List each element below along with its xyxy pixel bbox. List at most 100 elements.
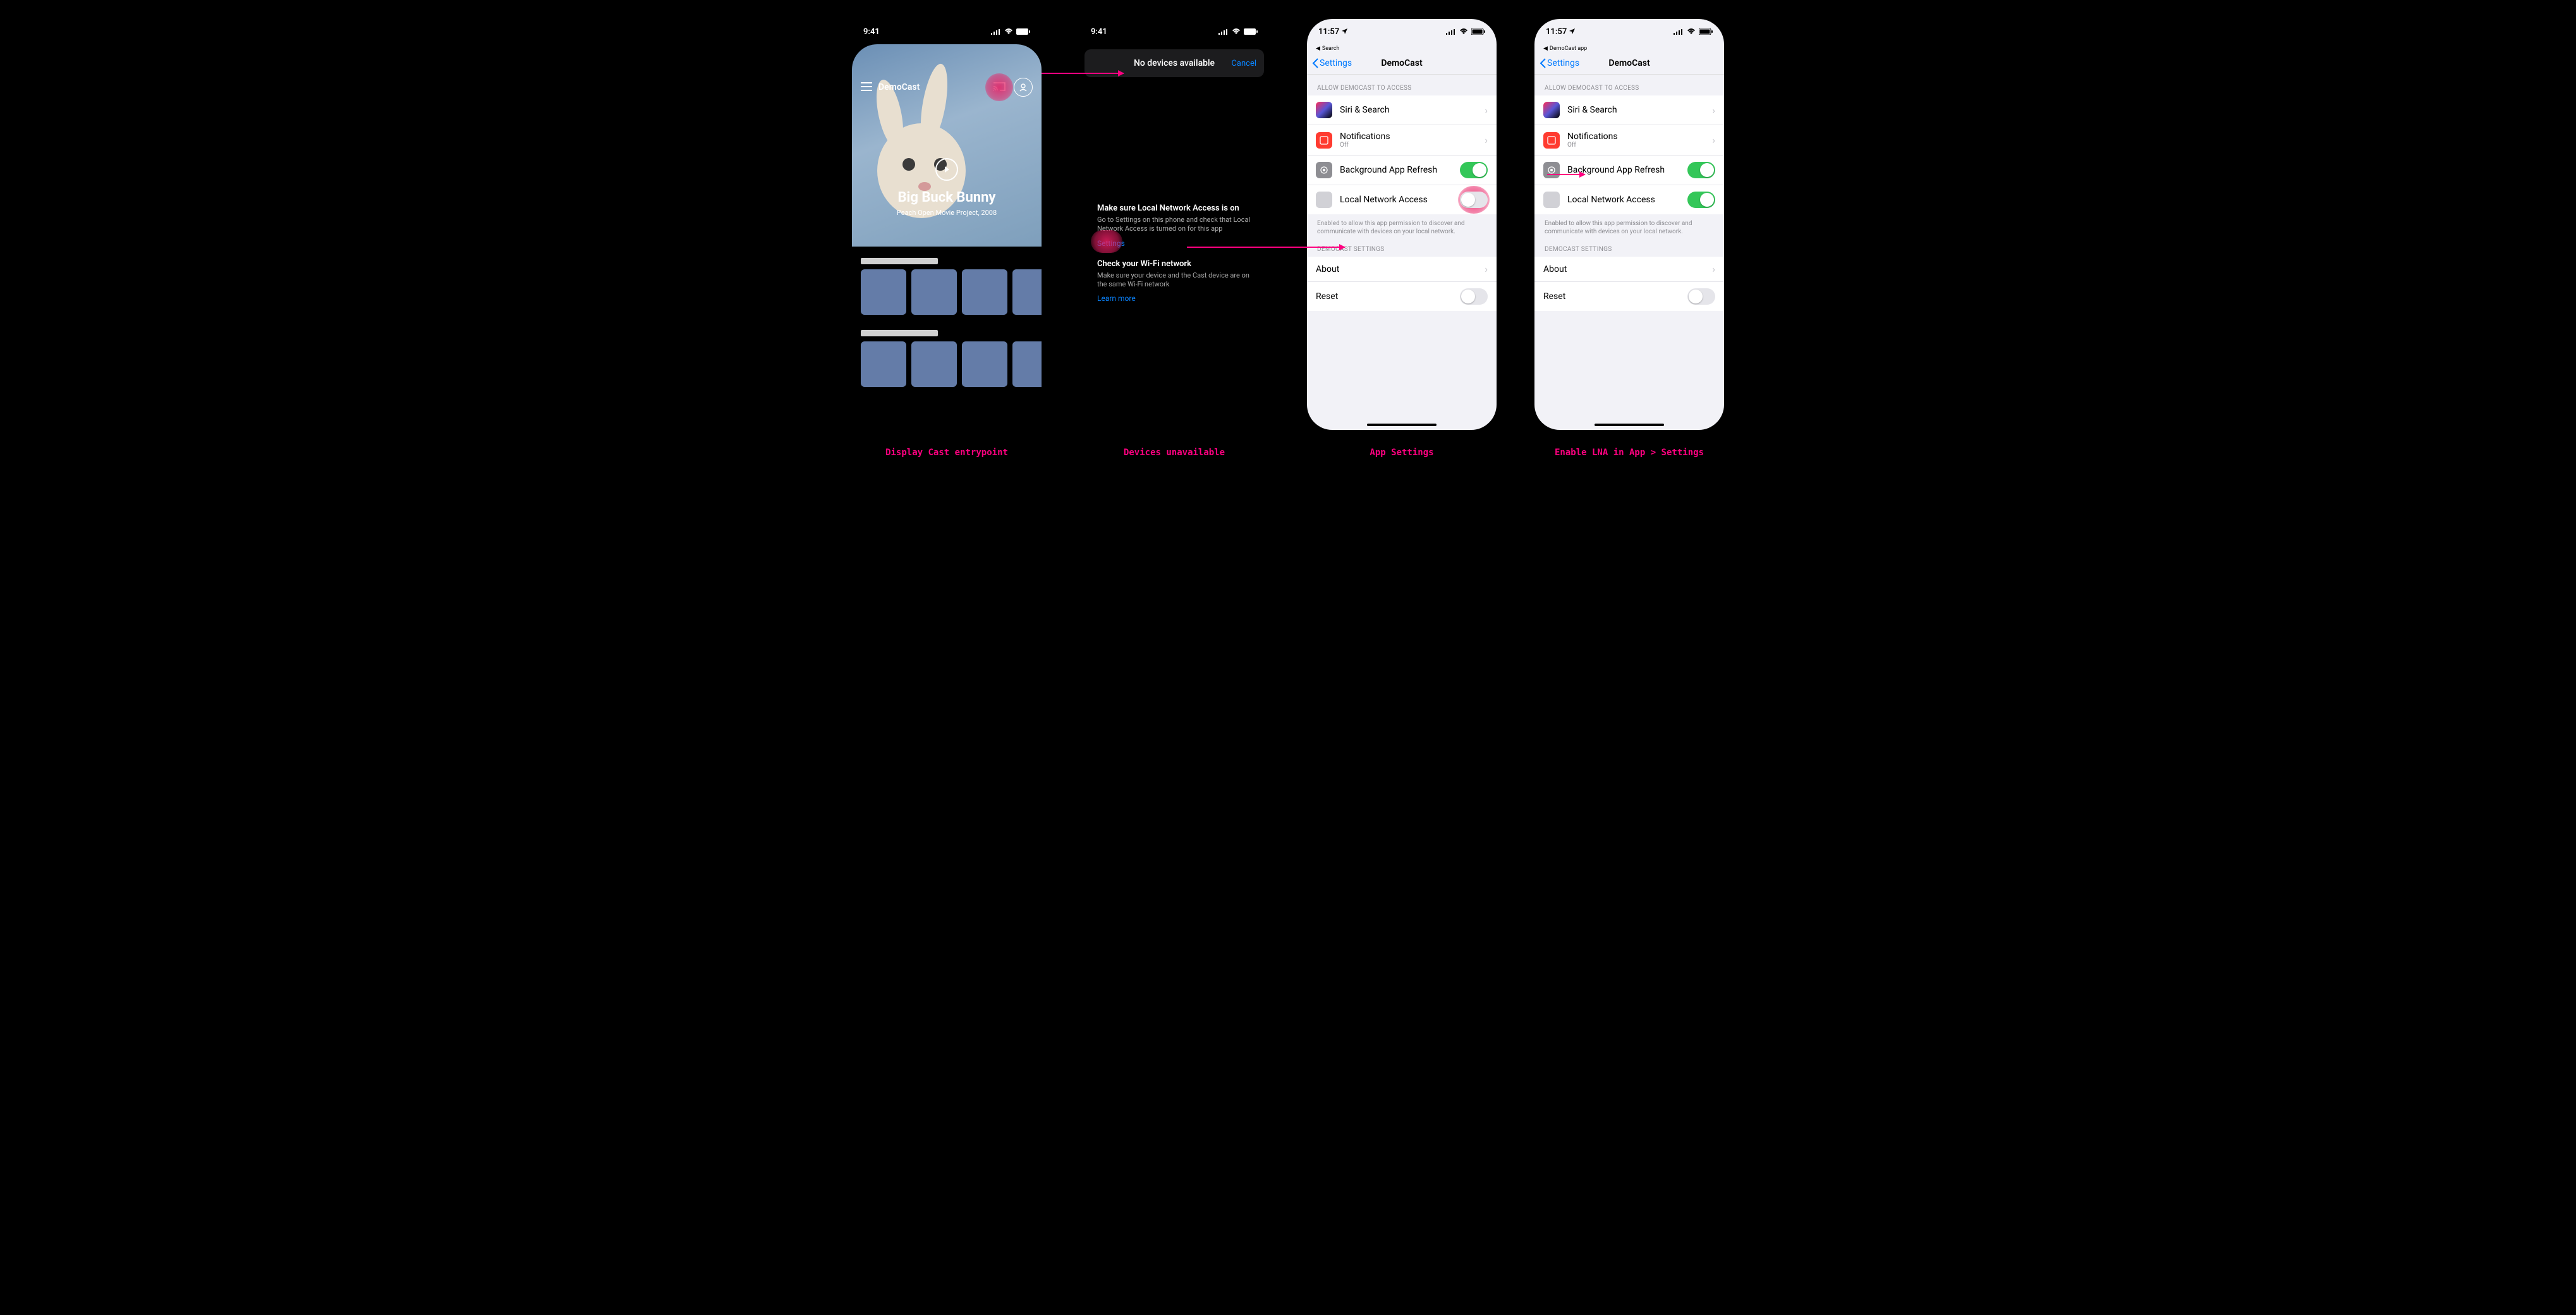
reset-toggle[interactable] [1687,288,1715,305]
cell-local-network-access[interactable]: Local Network Access [1534,185,1724,214]
nav-bar: Settings DemoCast [1534,52,1724,75]
cast-button[interactable] [990,78,1009,97]
home-indicator [1367,424,1437,426]
notifications-icon [1543,132,1560,149]
back-button[interactable]: Settings [1540,58,1579,68]
content-tile[interactable] [962,269,1007,315]
wifi-icon [1459,28,1468,35]
caption-4: Enable LNA in App > Settings [1555,448,1704,458]
battery-icon [1471,28,1485,35]
chevron-right-icon: › [1712,134,1715,146]
chevron-right-icon: › [1712,263,1715,275]
section-title-placeholder [861,330,938,336]
chevron-right-icon: › [1712,104,1715,116]
tip-lna-body: Go to Settings on this phone and check t… [1097,216,1251,234]
nav-title: DemoCast [1608,58,1649,68]
cell-siri[interactable]: Siri & Search › [1534,95,1724,125]
cell-reset[interactable]: Reset [1307,282,1497,311]
hero-subtitle: Peach Open Movie Project, 2008 [852,209,1042,217]
arrow-3 [1547,174,1585,175]
status-time: 11:57 [1546,27,1567,37]
location-icon [1342,27,1347,37]
status-time: 11:57 [1318,27,1339,37]
content-tile[interactable] [861,341,906,387]
content-tile[interactable] [962,341,1007,387]
cell-background-refresh[interactable]: Background App Refresh [1307,156,1497,185]
local-network-access-toggle[interactable] [1687,192,1715,208]
cell-notifications[interactable]: Notifications Off › [1534,125,1724,156]
phone-no-devices: 9:41 No devices available Cancel Make su… [1079,19,1269,430]
cell-notifications[interactable]: Notifications Off › [1307,125,1497,156]
home-indicator [1595,424,1664,426]
cell-about[interactable]: About › [1534,257,1724,282]
nav-title: DemoCast [1381,58,1422,68]
content-tile[interactable] [911,269,957,315]
app-name: DemoCast [878,82,920,92]
phone-settings-lna-on: 11:57 ◀ DemoCast app Settings DemoCast [1534,19,1724,430]
content-tile[interactable] [911,341,957,387]
section-title-placeholder [861,258,938,264]
chevron-left-icon: ◀ [1316,46,1320,52]
breadcrumb-back-to-app[interactable]: ◀ DemoCast app [1543,46,1724,52]
content-tile[interactable] [1012,269,1042,315]
nav-bar: Settings DemoCast [1307,52,1497,75]
lna-note: Enabled to allow this app permission to … [1534,214,1724,236]
caption-1: Display Cast entrypoint [885,448,1008,458]
notifications-icon [1316,132,1332,149]
tip-lna-title: Make sure Local Network Access is on [1097,204,1251,213]
lna-note: Enabled to allow this app permission to … [1307,214,1497,236]
background-refresh-toggle[interactable] [1460,162,1488,178]
tip-wifi-body: Make sure your device and the Cast devic… [1097,271,1251,290]
learn-more-link[interactable]: Learn more [1097,294,1136,303]
signal-icon [991,28,1001,35]
wifi-icon [1687,28,1696,35]
wifi-icon [1232,28,1241,35]
app-icon [1316,192,1332,208]
siri-icon [1543,102,1560,118]
siri-icon [1316,102,1332,118]
chevron-right-icon: › [1485,104,1488,116]
breadcrumb-back-to-search[interactable]: ◀ Search [1316,46,1497,52]
section-access-header: ALLOW DEMOCAST TO ACCESS [1307,75,1497,95]
chevron-right-icon: › [1485,134,1488,146]
wifi-icon [1004,28,1013,35]
cell-local-network-access[interactable]: Local Network Access [1307,185,1497,214]
signal-icon [1218,28,1229,35]
signal-icon [1674,28,1684,35]
status-bar: 11:57 [1307,19,1497,44]
status-bar: 11:57 [1534,19,1724,44]
phone-display-cast: 9:41 [852,19,1042,430]
section-app-header: DEMOCAST SETTINGS [1534,236,1724,257]
gear-icon [1543,162,1560,178]
cell-reset[interactable]: Reset [1534,282,1724,311]
tip-wifi-title: Check your Wi-Fi network [1097,259,1251,269]
content-tile[interactable] [861,269,906,315]
status-bar: 9:41 [852,19,1042,44]
battery-icon [1016,28,1030,35]
back-button[interactable]: Settings [1312,58,1352,68]
chevron-right-icon: › [1485,263,1488,275]
chevron-left-icon: ◀ [1543,46,1548,52]
reset-toggle[interactable] [1460,288,1488,305]
local-network-access-toggle[interactable] [1460,192,1488,208]
battery-icon [1244,28,1258,35]
status-bar: 9:41 [1079,19,1269,44]
content-tile[interactable] [1012,341,1042,387]
settings-link[interactable]: Settings [1097,239,1125,248]
phone-settings-lna-off: 11:57 ◀ Search Settings DemoCast [1307,19,1497,430]
location-icon [1569,27,1575,37]
cell-about[interactable]: About › [1307,257,1497,282]
profile-button[interactable] [1014,78,1033,97]
cell-siri[interactable]: Siri & Search › [1307,95,1497,125]
battery-icon [1699,28,1713,35]
cancel-button[interactable]: Cancel [1231,59,1256,68]
cell-background-refresh[interactable]: Background App Refresh [1534,156,1724,185]
hero-title: Big Buck Bunny [852,190,1042,205]
background-refresh-toggle[interactable] [1687,162,1715,178]
caption-3: App Settings [1370,448,1433,458]
arrow-2 [1187,247,1345,248]
play-button[interactable] [935,158,958,181]
signal-icon [1446,28,1456,35]
caption-2: Devices unavailable [1124,448,1225,458]
menu-icon[interactable] [861,82,872,94]
